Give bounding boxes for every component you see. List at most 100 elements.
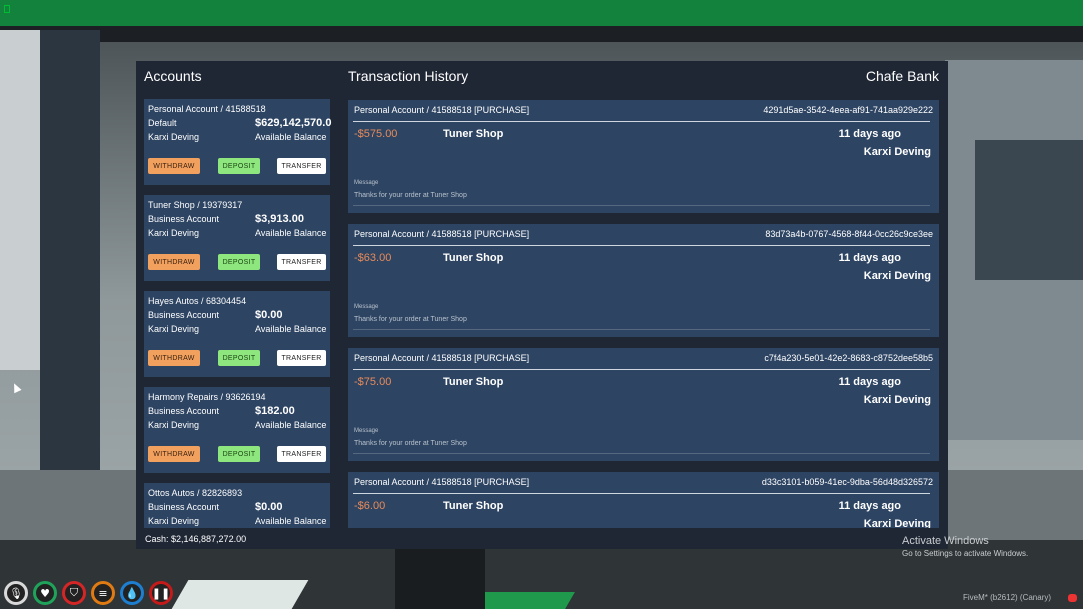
message-label: Message xyxy=(354,180,379,186)
transaction-amount: -$575.00 xyxy=(354,128,398,140)
account-type: Business Account xyxy=(148,214,220,224)
account-title: Ottos Autos / 82826893 xyxy=(148,488,243,498)
balance-label: Available Balance xyxy=(255,228,327,238)
account-title: Personal Account / 41588518 xyxy=(148,104,266,114)
background-pillar xyxy=(0,30,45,370)
background-window xyxy=(975,140,1083,280)
panel-header: Accounts Transaction History Chafe Bank xyxy=(136,61,948,91)
balance-label: Available Balance xyxy=(255,324,327,334)
transaction-time: 11 days ago xyxy=(838,376,901,388)
message-label: Message xyxy=(354,428,379,434)
transaction-amount: -$75.00 xyxy=(354,376,392,388)
background-pillar xyxy=(40,30,100,530)
transfer-button[interactable]: TRANSFER xyxy=(277,446,326,462)
health-icon: ♥ xyxy=(33,581,57,605)
account-card[interactable]: Hayes Autos / 68304454 Business Account Ka… xyxy=(144,291,330,377)
account-type: Business Account xyxy=(148,502,220,512)
transaction-history-list[interactable]: Personal Account / 41588518 [PURCHASE] 42… xyxy=(348,100,940,528)
transaction-time: 11 days ago xyxy=(838,128,901,140)
transaction-message: Thanks for your order at Tuner Shop xyxy=(354,440,467,447)
account-owner: Karxi Deving xyxy=(148,324,200,334)
withdraw-button[interactable]: WITHDRAW xyxy=(148,446,200,462)
withdraw-button[interactable]: WITHDRAW xyxy=(148,350,200,366)
transaction-card: Personal Account / 41588518 [PURCHASE] d3… xyxy=(348,472,939,528)
accounts-heading: Accounts xyxy=(144,68,202,84)
account-card[interactable]: Ottos Autos / 82826893 Business Account Ka… xyxy=(144,483,330,528)
accounts-list[interactable]: Personal Account / 41588518 Default Karxi … xyxy=(144,99,332,528)
transfer-button[interactable]: TRANSFER xyxy=(277,350,326,366)
transfer-button[interactable]: TRANSFER xyxy=(277,254,326,270)
divider xyxy=(353,121,930,122)
balance-label: Available Balance xyxy=(255,132,327,142)
transaction-id: 83d73a4b-0767-4568-8f44-0cc26c9ce3ee xyxy=(765,229,933,239)
account-balance: $0.00 xyxy=(255,501,283,513)
transaction-issuer: Karxi Deving xyxy=(863,270,931,282)
divider xyxy=(353,205,930,206)
account-balance: $3,913.00 xyxy=(255,213,304,225)
transaction-id: c7f4a230-5e01-42e2-8683-c8752dee58b5 xyxy=(764,353,933,363)
background-ceiling-green xyxy=(0,0,1083,26)
bank-panel: Accounts Transaction History Chafe Bank … xyxy=(136,61,948,549)
account-card[interactable]: Tuner Shop / 19379317 Business Account Kar… xyxy=(144,195,330,281)
transaction-card: Personal Account / 41588518 [PURCHASE] 83… xyxy=(348,224,939,337)
account-type: Default xyxy=(148,118,177,128)
transaction-vendor: Tuner Shop xyxy=(443,252,504,264)
deposit-button[interactable]: DEPOSIT xyxy=(218,254,260,270)
cash-balance: Cash: $2,146,887,272.00 xyxy=(145,534,247,544)
player-hud: 🎙 ♥ ⛉ ≡ 💧 ❚❚ xyxy=(4,581,173,605)
divider xyxy=(353,245,930,246)
balance-label: Available Balance xyxy=(255,420,327,430)
account-title: Harmony Repairs / 93626194 xyxy=(148,392,266,402)
watermark-subtitle: Go to Settings to activate Windows. xyxy=(902,549,1029,558)
transaction-issuer: Karxi Deving xyxy=(863,518,931,528)
account-owner: Karxi Deving xyxy=(148,228,200,238)
withdraw-button[interactable]: WITHDRAW xyxy=(148,158,200,174)
hunger-icon: ≡ xyxy=(91,581,115,605)
account-title: Hayes Autos / 68304454 xyxy=(148,296,247,306)
divider xyxy=(353,493,930,494)
player-character xyxy=(395,545,485,609)
transaction-account: Personal Account / 41588518 [PURCHASE] xyxy=(354,353,530,363)
transfer-button[interactable]: TRANSFER xyxy=(277,158,326,174)
transaction-id: d33c3101-b059-41ec-9dba-56d48d326572 xyxy=(761,477,933,487)
armor-icon: ⛉ xyxy=(62,581,86,605)
account-card[interactable]: Personal Account / 41588518 Default Karxi … xyxy=(144,99,332,185)
transaction-message: Thanks for your order at Tuner Shop xyxy=(354,192,467,199)
account-owner: Karxi Deving xyxy=(148,516,200,526)
transaction-account: Personal Account / 41588518 [PURCHASE] xyxy=(354,229,530,239)
transaction-history-heading: Transaction History xyxy=(348,68,469,84)
withdraw-button[interactable]: WITHDRAW xyxy=(148,254,200,270)
transaction-time: 11 days ago xyxy=(838,500,901,512)
background-ceiling-trim xyxy=(0,26,1083,42)
transaction-account: Personal Account / 41588518 [PURCHASE] xyxy=(354,477,530,487)
transaction-amount: -$63.00 xyxy=(354,252,392,264)
divider xyxy=(353,453,930,454)
account-type: Business Account xyxy=(148,310,220,320)
deposit-button[interactable]: DEPOSIT xyxy=(218,158,260,174)
client-version: FiveM* (b2612) (Canary) xyxy=(963,593,1052,602)
transaction-vendor: Tuner Shop xyxy=(443,128,504,140)
transaction-amount: -$6.00 xyxy=(354,500,386,512)
windows-activation-watermark: Activate Windows Go to Settings to activ… xyxy=(902,535,1028,558)
transaction-issuer: Karxi Deving xyxy=(863,394,931,406)
stress-icon: ❚❚ xyxy=(149,581,173,605)
divider xyxy=(353,369,930,370)
transaction-time: 11 days ago xyxy=(838,252,901,264)
deposit-button[interactable]: DEPOSIT xyxy=(218,350,260,366)
account-card[interactable]: Harmony Repairs / 93626194 Business Accou… xyxy=(144,387,330,473)
divider xyxy=(353,329,930,330)
transaction-issuer: Karxi Deving xyxy=(863,146,931,158)
deposit-button[interactable]: DEPOSIT xyxy=(218,446,260,462)
account-owner: Karxi Deving xyxy=(148,420,200,430)
account-balance: $0.00 xyxy=(255,309,283,321)
account-balance: $182.00 xyxy=(255,405,295,417)
watermark-title: Activate Windows xyxy=(902,535,989,547)
transaction-id: 4291d5ae-3542-4eea-af91-741aa929e222 xyxy=(763,105,933,115)
transaction-vendor: Tuner Shop xyxy=(443,376,504,388)
account-type: Business Account xyxy=(148,406,220,416)
transaction-card: Personal Account / 41588518 [PURCHASE] 42… xyxy=(348,100,939,213)
transaction-card: Personal Account / 41588518 [PURCHASE] c7… xyxy=(348,348,939,461)
account-title: Tuner Shop / 19379317 xyxy=(148,200,243,210)
transaction-vendor: Tuner Shop xyxy=(443,500,504,512)
transaction-message: Thanks for your order at Tuner Shop xyxy=(354,316,467,323)
